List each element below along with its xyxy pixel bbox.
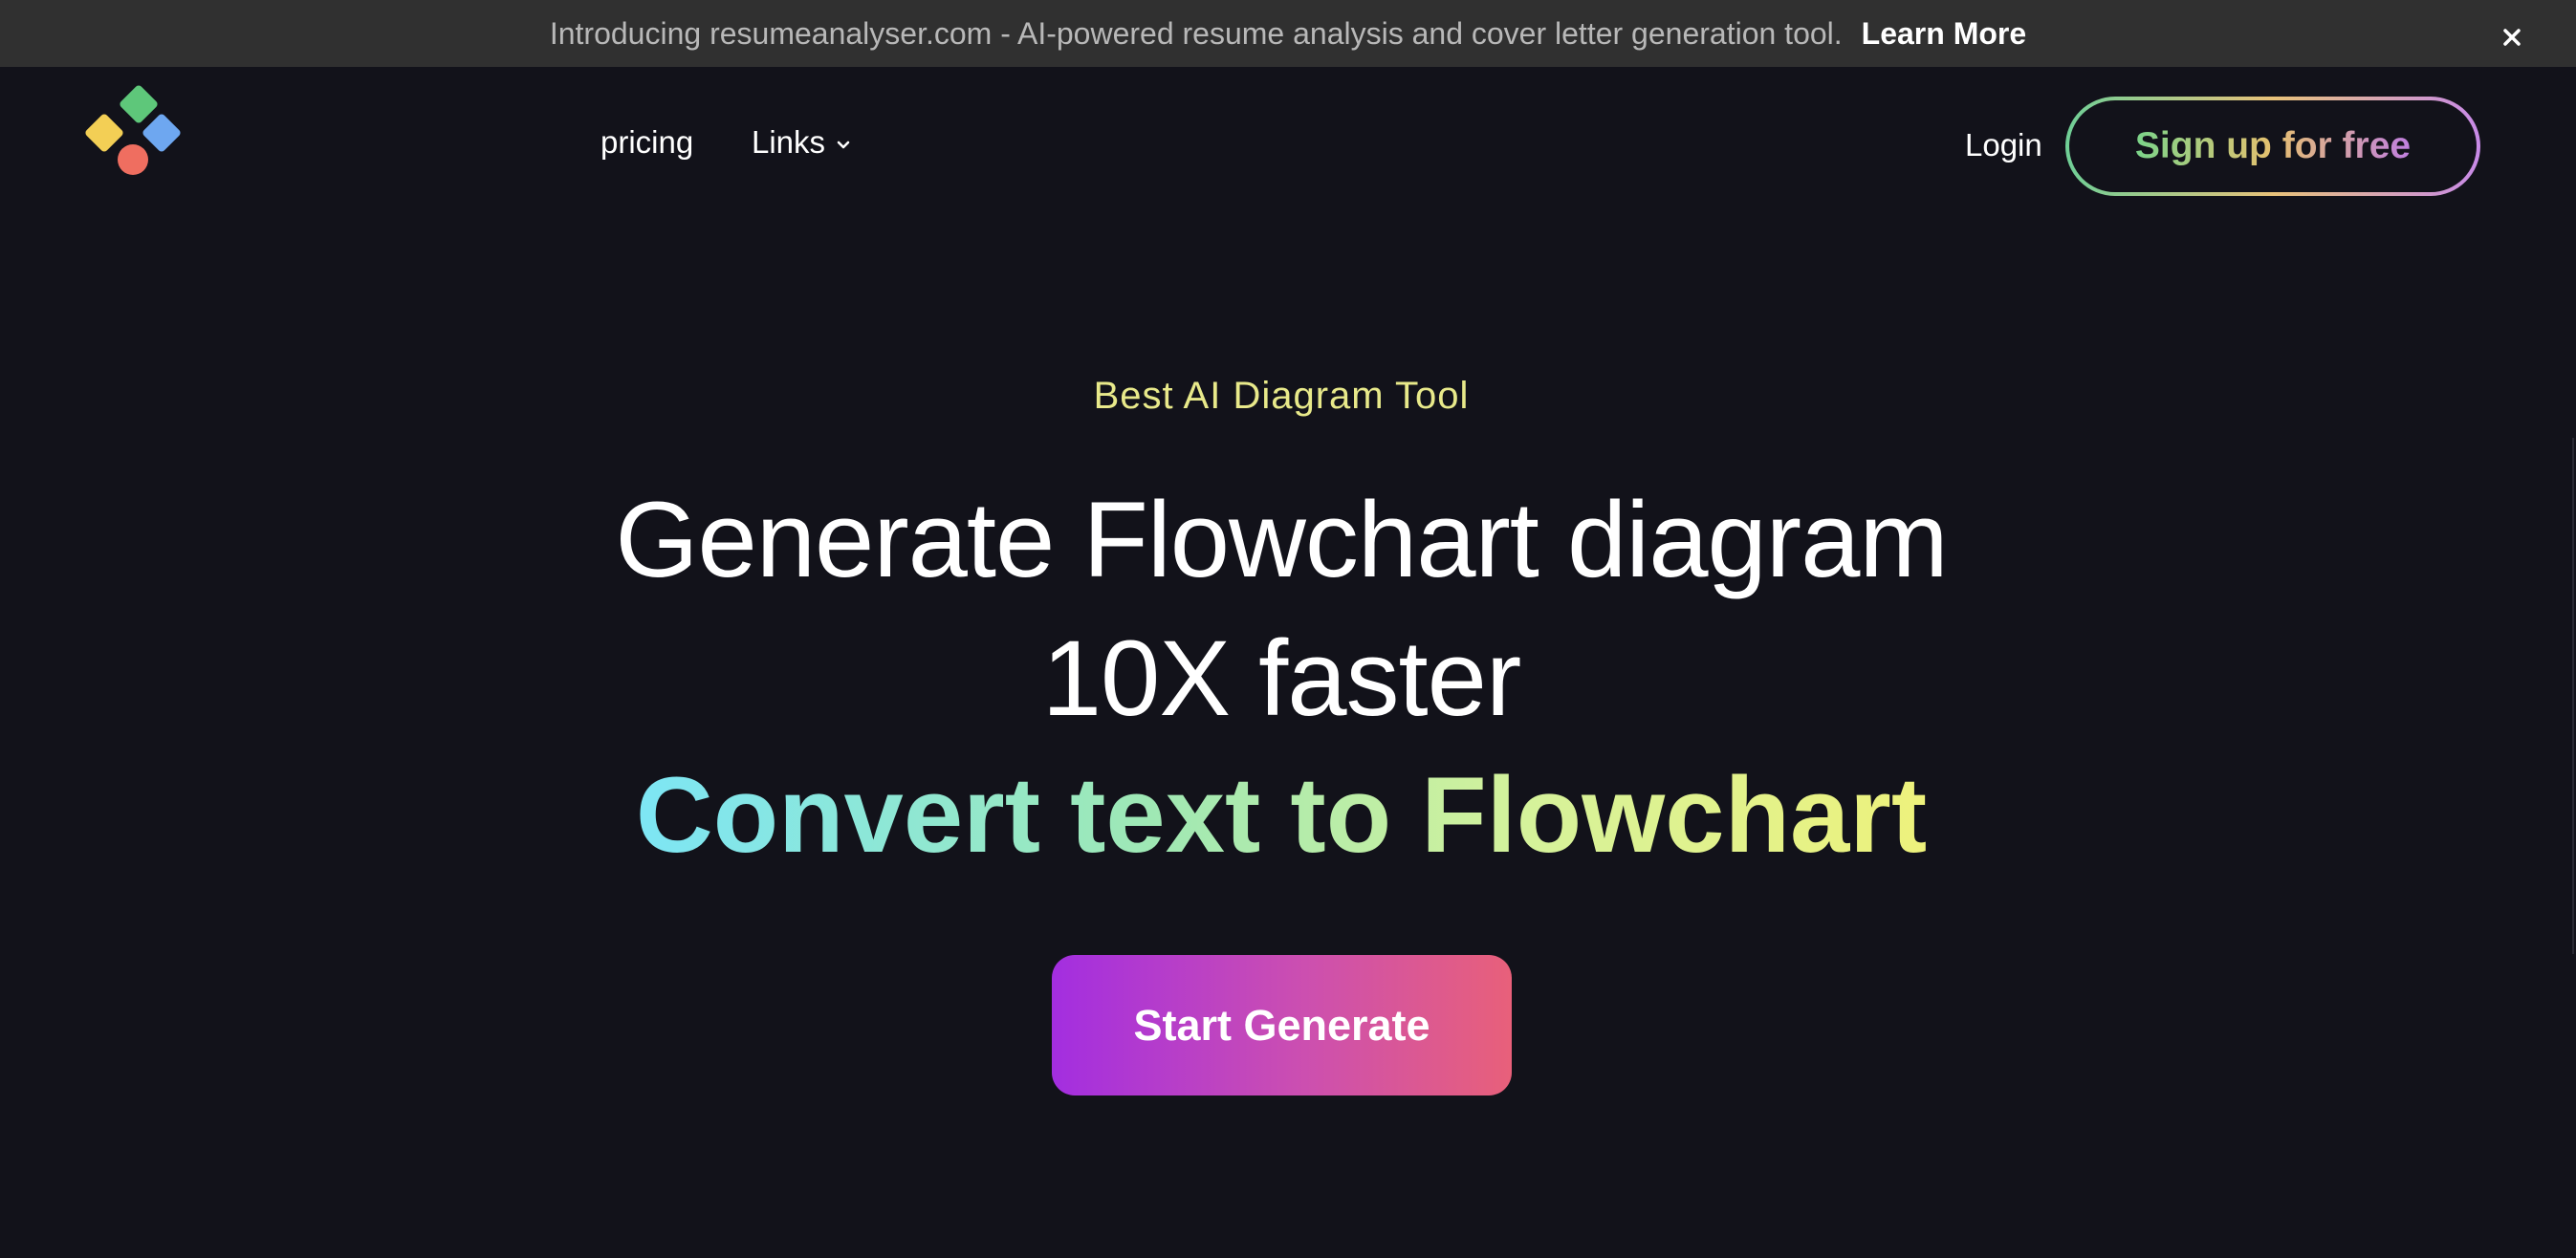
nav-pricing-link[interactable]: pricing: [600, 124, 693, 161]
diamond-shapes-logo-icon[interactable]: [84, 84, 189, 180]
page: Introducing resumeanalyser.com - AI-powe…: [0, 0, 2576, 1258]
announcement-text: Introducing resumeanalyser.com - AI-powe…: [549, 15, 1843, 51]
login-link[interactable]: Login: [1965, 127, 2042, 163]
announcement-bar: Introducing resumeanalyser.com - AI-powe…: [0, 0, 2576, 67]
signup-button[interactable]: Sign up for free: [2065, 97, 2480, 196]
chevron-down-icon: [835, 124, 852, 161]
signup-button-label: Sign up for free: [2134, 125, 2412, 166]
learn-more-link[interactable]: Learn More: [1862, 16, 2026, 52]
hero-headline-gradient: Convert text to Flowchart: [0, 753, 2563, 877]
signup-button-inner: Sign up for free: [2069, 100, 2477, 192]
hero-tagline: Best AI Diagram Tool: [1093, 375, 1470, 417]
start-generate-button[interactable]: Start Generate: [1052, 955, 1512, 1095]
hero-headline-line1: Generate Flowchart diagram: [615, 480, 1948, 599]
scrollbar-edge: [2572, 438, 2576, 954]
nav-links-label: Links: [752, 124, 826, 160]
close-icon[interactable]: [2496, 21, 2528, 54]
nav-links-dropdown[interactable]: Links: [752, 124, 852, 161]
hero-headline-line2: 10X faster: [1041, 618, 1522, 738]
hero-headline-gradient-text: Convert text to Flowchart: [635, 755, 1928, 875]
